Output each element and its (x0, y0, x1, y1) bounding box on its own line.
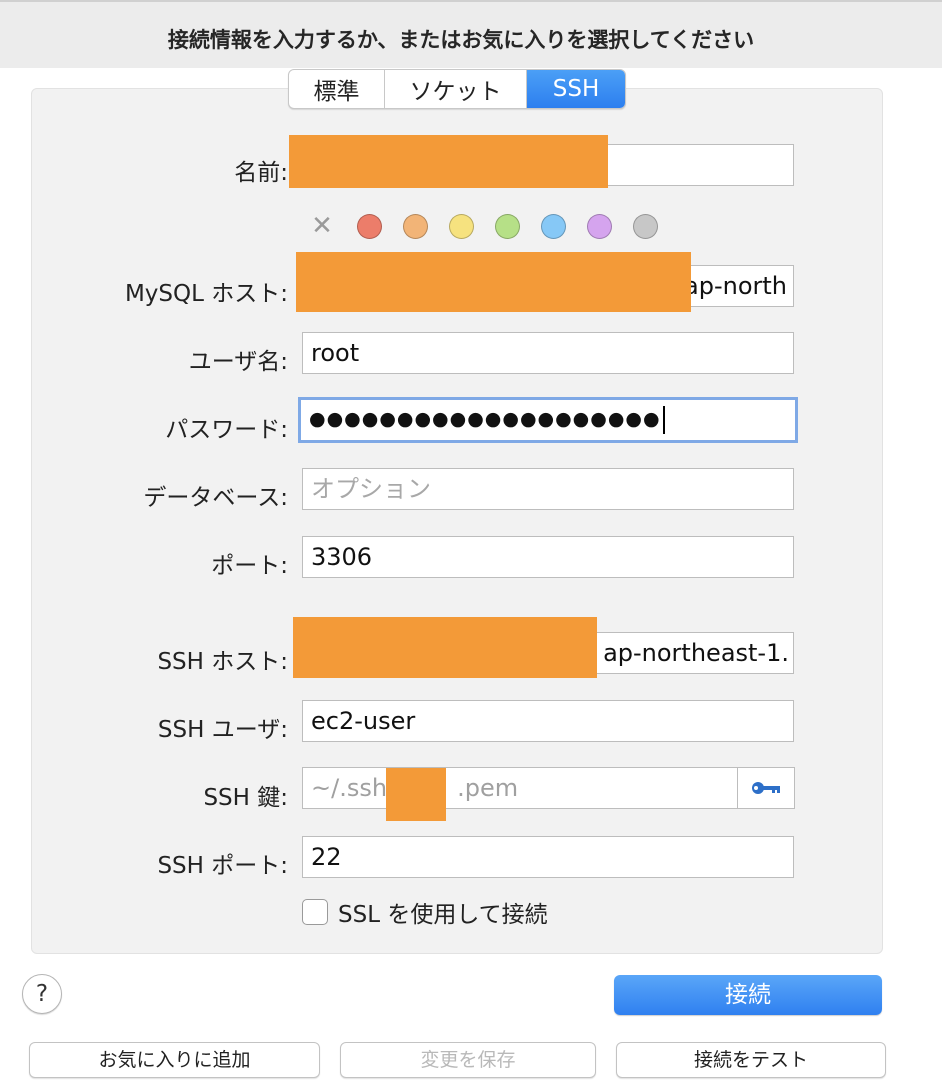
password-value: ●●●●●●●●●●●●●●●●●●●● (309, 408, 661, 430)
redaction-block (293, 617, 597, 678)
ssh-host-label: SSH ホスト: (157, 649, 288, 675)
password-field[interactable]: ●●●●●●●●●●●●●●●●●●●● (298, 397, 798, 443)
clear-color-icon[interactable]: ✕ (308, 212, 336, 240)
color-gray-swatch[interactable] (633, 213, 658, 239)
ssh-key-suffix: .pem (457, 774, 519, 802)
dialog-header: 接続情報を入力するか、またはお気に入りを選択してください (0, 0, 942, 68)
ssh-port-field[interactable]: 22 (302, 836, 794, 878)
help-button[interactable]: ? (22, 974, 62, 1014)
color-yellow-swatch[interactable] (449, 213, 474, 239)
database-placeholder: オプション (311, 475, 431, 503)
password-label: パスワード: (165, 417, 288, 443)
user-label: ユーザ名: (188, 349, 288, 375)
ssh-port-label: SSH ポート: (157, 853, 288, 879)
save-changes-button[interactable]: 変更を保存 (340, 1042, 596, 1078)
tab-standard[interactable]: 標準 (289, 70, 385, 108)
redaction-block (289, 135, 608, 188)
ssl-label: SSL を使用して接続 (338, 902, 548, 928)
name-label: 名前: (234, 160, 288, 186)
database-field[interactable]: オプション (302, 468, 794, 510)
color-blue-swatch[interactable] (541, 213, 566, 239)
ssh-user-label: SSH ユーザ: (157, 717, 288, 743)
database-label: データベース: (143, 485, 288, 511)
dialog-title: 接続情報を入力するか、またはお気に入りを選択してください (167, 28, 755, 52)
ssh-key-label: SSH 鍵: (203, 785, 288, 811)
add-favorite-button[interactable]: お気に入りに追加 (29, 1042, 320, 1078)
redaction-block (296, 252, 691, 312)
ssh-key-prefix: ~/.ssh/ (311, 774, 396, 802)
choose-key-button[interactable] (737, 767, 795, 809)
tab-ssh[interactable]: SSH (527, 70, 625, 108)
mysql-host-value: ap-north (684, 272, 787, 300)
ssh-host-value: ap-northeast-1. (603, 639, 789, 667)
color-orange-swatch[interactable] (403, 213, 428, 239)
ssh-user-field[interactable]: ec2-user (302, 700, 794, 742)
text-caret (662, 405, 665, 434)
user-field[interactable]: root (302, 332, 794, 374)
redaction-block (386, 768, 446, 821)
color-tag-picker: ✕ (308, 212, 679, 240)
connection-type-tabs: 標準 ソケット SSH (288, 69, 626, 109)
color-green-swatch[interactable] (495, 213, 520, 239)
key-icon (752, 782, 780, 794)
test-connection-button[interactable]: 接続をテスト (616, 1042, 886, 1078)
ssl-option[interactable]: SSL を使用して接続 (302, 895, 548, 929)
color-purple-swatch[interactable] (587, 213, 612, 239)
mysql-host-label: MySQL ホスト: (124, 281, 288, 307)
ssl-checkbox[interactable] (302, 899, 328, 925)
port-field[interactable]: 3306 (302, 536, 794, 578)
connect-button[interactable]: 接続 (614, 975, 882, 1015)
color-red-swatch[interactable] (357, 213, 382, 239)
port-label: ポート: (211, 553, 288, 579)
ssh-key-field[interactable]: ~/.ssh/ .pem (302, 767, 738, 809)
tab-socket[interactable]: ソケット (385, 70, 527, 108)
